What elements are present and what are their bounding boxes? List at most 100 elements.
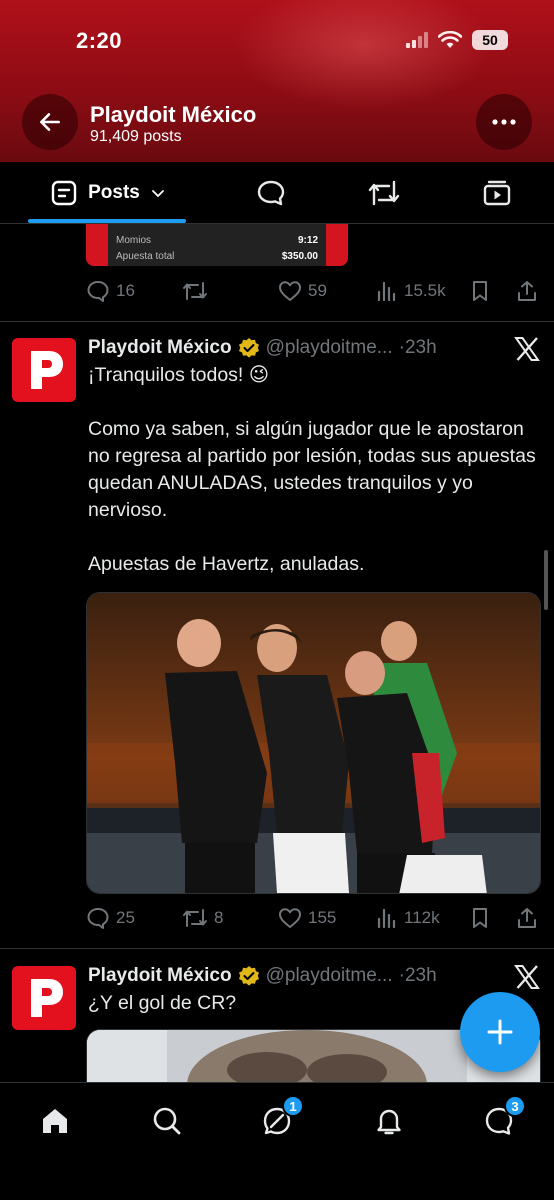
views-count: 15.5k	[404, 281, 446, 300]
posts-count: 91,409 posts	[90, 128, 182, 145]
reply-count: 25	[116, 908, 135, 927]
x-logo-icon[interactable]	[514, 336, 540, 362]
bet-ticket-card[interactable]: Momios 9:12 Apuesta total $350.00	[86, 224, 348, 266]
ticket-row: Momios 9:12	[116, 232, 318, 248]
timeline[interactable]: Momios 9:12 Apuesta total $350.00 16 59 …	[0, 224, 554, 1084]
post-header: Playdoit México @playdoitme... ·23h	[88, 335, 437, 361]
views-icon	[377, 908, 396, 929]
ticket-edge-left	[86, 224, 108, 266]
heart-icon	[279, 908, 301, 928]
like-count: 59	[308, 281, 327, 300]
avatar[interactable]	[12, 966, 76, 1030]
bookmark-icon	[473, 908, 487, 928]
repost-icon	[183, 909, 207, 927]
compose-post-button[interactable]	[460, 992, 540, 1072]
post-actions: 16 59 15.5k	[86, 276, 540, 306]
search-icon	[153, 1107, 181, 1135]
like-count: 155	[308, 908, 337, 927]
chevron-down-icon	[151, 190, 164, 198]
ticket-row-value: 9:12	[297, 234, 318, 246]
profile-name: Playdoit México	[90, 102, 257, 127]
repost-icon	[368, 180, 400, 206]
notification-badge: 3	[504, 1095, 526, 1117]
ticket-details: Momios 9:12 Apuesta total $350.00	[108, 224, 326, 266]
post-divider	[0, 948, 554, 949]
repost-button[interactable]	[182, 280, 214, 302]
verified-badge-icon	[238, 966, 259, 986]
reply-button[interactable]: 25	[86, 906, 135, 930]
nav-home[interactable]	[30, 1101, 80, 1141]
nav-messages[interactable]: 3	[474, 1095, 526, 1141]
share-button[interactable]	[516, 907, 538, 929]
post-time: ·23h	[398, 965, 437, 986]
profile-header: 2:20 50 Playdoit México 91,409 posts	[0, 0, 554, 162]
author-name[interactable]: Playdoit México	[88, 965, 232, 987]
wifi-icon	[438, 31, 462, 48]
share-icon	[518, 281, 536, 301]
tab-reposts[interactable]	[358, 162, 410, 224]
ticket-edge-right	[326, 224, 348, 266]
media-icon	[483, 180, 511, 206]
like-button[interactable]: 155	[278, 907, 336, 929]
avatar[interactable]	[12, 338, 76, 402]
post-text-line: Apuestas de Havertz, anuladas.	[88, 553, 365, 575]
bookmark-button[interactable]	[470, 907, 490, 929]
author-handle[interactable]: @playdoitme...	[266, 965, 393, 987]
share-icon	[518, 908, 536, 928]
views-button[interactable]: 112k	[376, 907, 440, 929]
repost-icon	[183, 282, 207, 300]
views-button[interactable]: 15.5k	[376, 280, 446, 302]
more-dots-icon	[492, 119, 516, 125]
author-name[interactable]: Playdoit México	[88, 337, 232, 359]
tab-media[interactable]	[472, 162, 522, 224]
post-image[interactable]	[86, 592, 541, 894]
reply-icon	[87, 908, 109, 929]
bell-icon	[377, 1109, 401, 1135]
tab-posts-label: Posts	[88, 182, 140, 203]
post-text-line: Como ya saben, si algún jugador que le a…	[88, 418, 536, 521]
back-button[interactable]	[22, 94, 78, 150]
scrollbar[interactable]	[544, 550, 548, 610]
like-button[interactable]: 59	[278, 280, 327, 302]
post-divider	[0, 321, 554, 322]
share-button[interactable]	[516, 280, 538, 302]
ticket-row: Apuesta total $350.00	[116, 248, 318, 264]
post-text-line: ¡Tranquilos todos! 😉	[88, 364, 270, 386]
status-time: 2:20	[76, 28, 123, 53]
bottom-navigation: 1 3	[0, 1082, 554, 1200]
profile-tabs: Posts	[0, 162, 554, 224]
nav-search[interactable]	[142, 1101, 192, 1141]
posts-icon	[51, 180, 77, 206]
battery-indicator: 50	[472, 30, 508, 50]
repost-button[interactable]: 8	[182, 907, 223, 929]
reply-count: 16	[116, 281, 135, 300]
nav-grok[interactable]: 1	[252, 1095, 304, 1141]
ticket-row-value: $350.00	[281, 250, 318, 262]
repost-count: 8	[214, 908, 224, 927]
football-photo	[87, 593, 540, 893]
plus-icon	[487, 1019, 513, 1045]
post-header: Playdoit México @playdoitme... ·23h	[88, 963, 437, 989]
status-icons: 50	[406, 30, 508, 50]
verified-badge-icon	[238, 338, 259, 358]
bookmark-button[interactable]	[470, 280, 490, 302]
reply-button[interactable]: 16	[86, 279, 135, 303]
speech-bubble-icon	[257, 180, 285, 206]
ticket-row-label: Apuesta total	[116, 250, 175, 262]
arrow-left-icon	[40, 113, 60, 131]
tab-replies[interactable]	[246, 162, 296, 224]
author-handle[interactable]: @playdoitme...	[266, 337, 393, 359]
post-time: ·23h	[398, 337, 437, 358]
bookmark-icon	[473, 281, 487, 301]
reply-icon	[87, 281, 109, 302]
ticket-row-label: Momios	[116, 234, 152, 246]
playdoit-logo-icon	[31, 351, 63, 389]
post-body: ¡Tranquilos todos! 😉 Como ya saben, si a…	[88, 362, 544, 578]
home-icon	[43, 1109, 67, 1133]
more-button[interactable]	[476, 94, 532, 150]
active-tab-indicator	[28, 219, 186, 223]
tab-posts[interactable]: Posts	[30, 162, 186, 224]
nav-notifications[interactable]	[364, 1101, 414, 1141]
views-count: 112k	[404, 908, 440, 927]
x-logo-icon[interactable]	[514, 964, 540, 990]
